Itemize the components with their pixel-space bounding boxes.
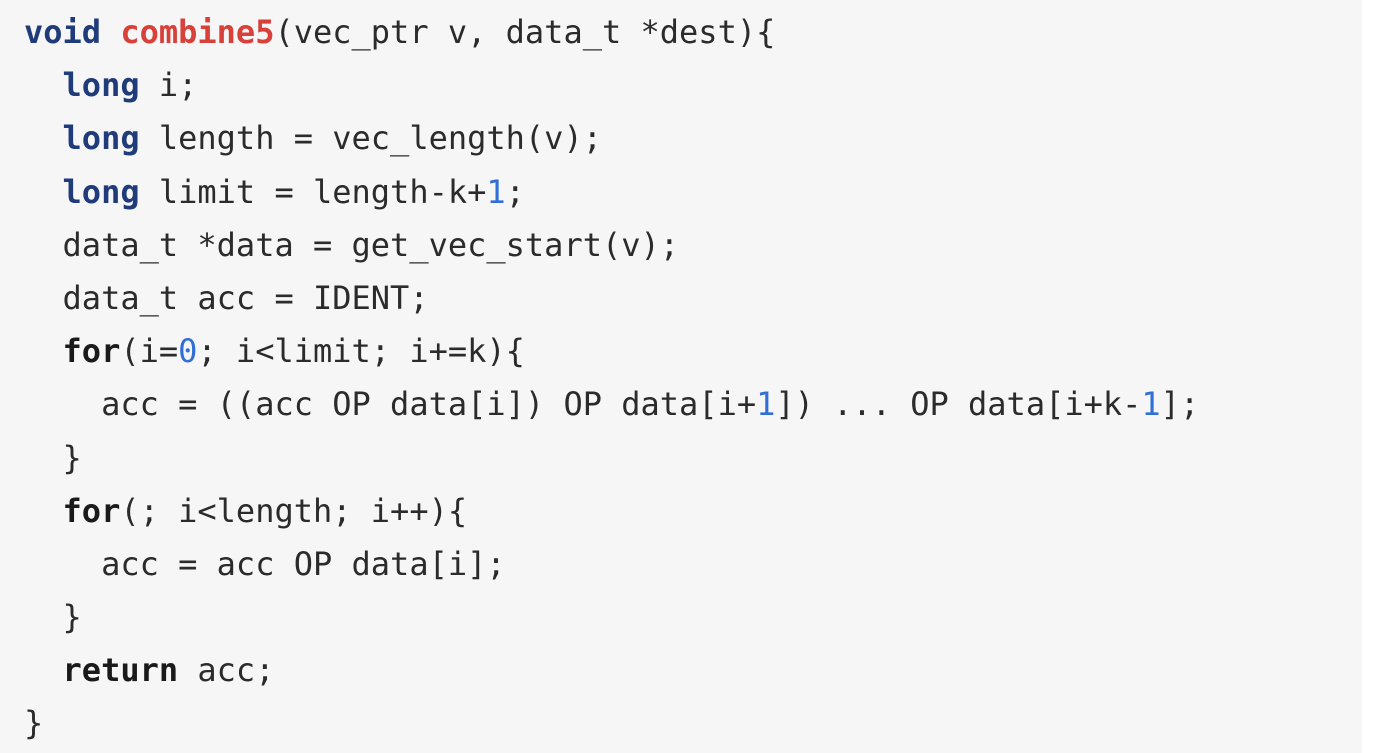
- code-line: for(i=0; i<limit; i+=k){: [24, 325, 1199, 378]
- code-line: }: [24, 697, 1199, 750]
- code-line: long limit = length-k+1;: [24, 166, 1199, 219]
- code-text: acc = ((acc OP data[i]) OP data[i+: [24, 385, 757, 424]
- code-text: (i=: [120, 332, 179, 371]
- number-literal: 1: [756, 385, 776, 424]
- code-line: return acc;: [24, 644, 1199, 697]
- code-text: ;: [505, 172, 525, 211]
- number-literal: 1: [486, 172, 506, 211]
- code-text: }: [24, 704, 44, 743]
- code-line: data_t acc = IDENT;: [24, 272, 1199, 325]
- code-line: }: [24, 591, 1199, 644]
- code-line: }: [24, 432, 1199, 485]
- number-literal: 1: [1141, 385, 1161, 424]
- function-name: combine5: [120, 13, 275, 51]
- type-keyword: long: [62, 172, 140, 211]
- code-line: long length = vec_length(v);: [24, 112, 1199, 165]
- code-line: for(; i<length; i++){: [24, 485, 1199, 538]
- code-text: }: [24, 438, 82, 477]
- code-line: void combine5(vec_ptr v, data_t *dest){: [24, 6, 1199, 59]
- number-literal: 0: [178, 332, 198, 371]
- type-keyword: long: [62, 66, 140, 105]
- code-text: i;: [139, 66, 198, 105]
- code-text: length = vec_length(v);: [139, 119, 602, 158]
- code-text: data_t acc = IDENT;: [24, 278, 429, 317]
- code-line: long i;: [24, 59, 1199, 112]
- control-keyword: for: [62, 332, 121, 371]
- control-keyword: return: [62, 651, 179, 690]
- type-keyword: void: [24, 13, 102, 51]
- code-text: ]) ... OP data[i+k-: [775, 385, 1142, 424]
- type-keyword: long: [62, 119, 140, 158]
- code-block: void combine5(vec_ptr v, data_t *dest){ …: [24, 6, 1199, 751]
- code-text: limit = length-k+: [139, 172, 487, 211]
- code-text: }: [24, 598, 82, 637]
- code-text: ];: [1160, 385, 1200, 424]
- code-text: acc;: [178, 651, 275, 690]
- control-keyword: for: [62, 491, 121, 530]
- code-line: data_t *data = get_vec_start(v);: [24, 219, 1199, 272]
- code-line: acc = acc OP data[i];: [24, 538, 1199, 591]
- code-text: acc = acc OP data[i];: [24, 544, 506, 583]
- code-text: (vec_ptr v, data_t *dest){: [274, 13, 776, 51]
- code-text: (; i<length; i++){: [120, 491, 468, 530]
- code-line: acc = ((acc OP data[i]) OP data[i+1]) ..…: [24, 378, 1199, 431]
- code-text: data_t *data = get_vec_start(v);: [24, 225, 680, 264]
- code-panel: void combine5(vec_ptr v, data_t *dest){ …: [0, 0, 1362, 753]
- code-text: ; i<limit; i+=k){: [197, 332, 525, 371]
